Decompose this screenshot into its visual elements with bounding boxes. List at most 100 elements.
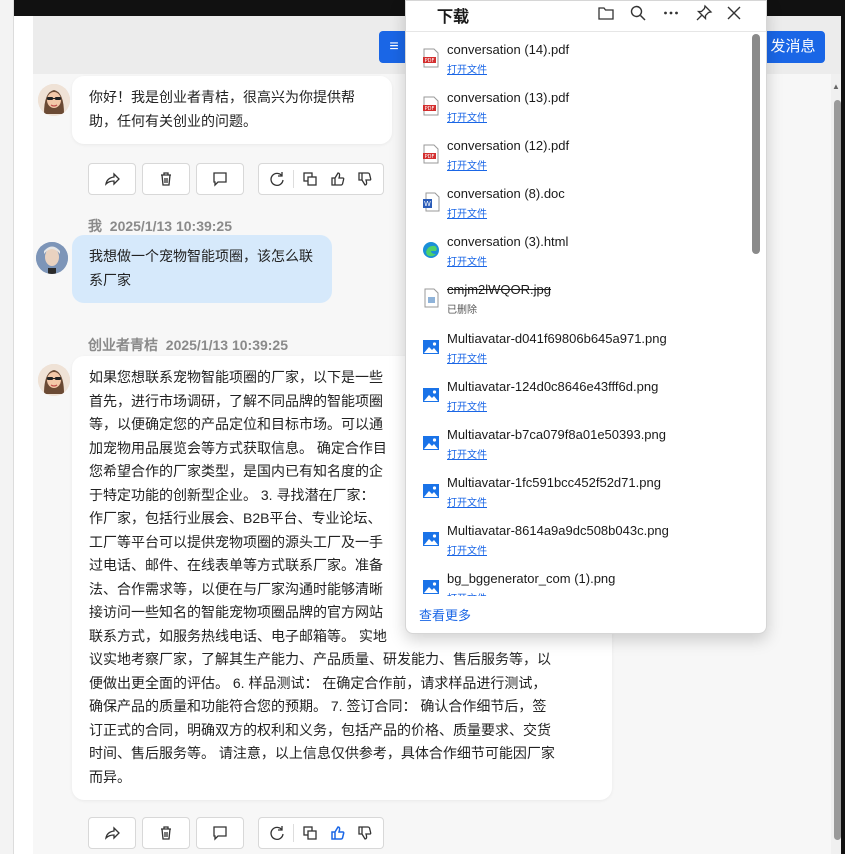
comment-button[interactable] bbox=[196, 163, 244, 195]
avatar bbox=[38, 84, 70, 116]
download-filename: conversation (8).doc bbox=[447, 186, 565, 201]
pdf-file-icon: PDF bbox=[422, 96, 440, 116]
share-button[interactable] bbox=[88, 817, 136, 849]
search-icon bbox=[630, 5, 646, 21]
open-file-link[interactable]: 打开文件 bbox=[447, 398, 487, 413]
image-file-icon bbox=[422, 577, 440, 596]
image-file-icon bbox=[422, 433, 440, 453]
downloads-panel: 下载 PDF conversation (14).pdf 打开文件 PDF conver… bbox=[405, 0, 767, 634]
pdf-file-icon: PDF bbox=[422, 48, 440, 68]
divider bbox=[293, 170, 295, 188]
message-actions bbox=[88, 817, 388, 849]
message-bubble: 我想做一个宠物智能项圈，该怎么联系厂家 bbox=[72, 235, 332, 303]
download-item[interactable]: Multiavatar-124d0c8646e43fff6d.png 打开文件 bbox=[406, 371, 752, 419]
divider bbox=[406, 31, 766, 32]
message-line: 订正式的合同，明确双方的权利和义务，包括产品的价格、质量要求、交货 bbox=[89, 721, 551, 738]
downloads-scrollbar-thumb[interactable] bbox=[752, 34, 760, 254]
download-item[interactable]: Multiavatar-d041f69806b645a971.png 打开文件 bbox=[406, 323, 752, 371]
word-file-icon: W bbox=[422, 192, 440, 212]
thumbs-up-icon[interactable] bbox=[327, 168, 349, 190]
download-filename: conversation (13).pdf bbox=[447, 90, 570, 105]
download-item[interactable]: Multiavatar-8614a9a9dc508b043c.png 打开文件 bbox=[406, 515, 752, 563]
download-filename: Multiavatar-1fc591bcc452f52d71.png bbox=[447, 475, 661, 490]
downloads-title: 下载 bbox=[437, 9, 470, 26]
open-file-link[interactable]: 打开文件 bbox=[447, 157, 487, 172]
download-filename: conversation (3).html bbox=[447, 234, 569, 249]
download-filename: conversation (14).pdf bbox=[447, 42, 570, 57]
pin-button[interactable] bbox=[693, 2, 715, 24]
download-item[interactable]: PDF conversation (13).pdf 打开文件 bbox=[406, 82, 752, 130]
message-line: 时间、售后服务等。 请注意，以上信息仅供参考，具体合作细节可能因厂家 bbox=[89, 745, 555, 761]
download-item[interactable]: conversation (3).html 打开文件 bbox=[406, 226, 752, 274]
image-file-icon bbox=[422, 337, 440, 357]
regenerate-icon[interactable] bbox=[266, 168, 288, 190]
open-file-link[interactable]: 打开文件 bbox=[447, 494, 487, 509]
delete-button[interactable] bbox=[142, 163, 190, 195]
open-file-link[interactable]: 打开文件 bbox=[447, 590, 487, 596]
feedback-group bbox=[258, 163, 384, 195]
feedback-group bbox=[258, 817, 384, 849]
share-button[interactable] bbox=[88, 163, 136, 195]
download-filename: Multiavatar-124d0c8646e43fff6d.png bbox=[447, 379, 659, 394]
sender-name: 我 bbox=[88, 218, 102, 234]
thumbs-down-icon[interactable] bbox=[354, 822, 376, 844]
scroll-up-icon[interactable]: ▲ bbox=[832, 82, 840, 91]
message-bubble: 你好！我是创业者青桔，很高兴为你提供帮助，任何有关创业的问题。 bbox=[72, 76, 392, 144]
download-item[interactable]: Multiavatar-b7ca079f8a01e50393.png 打开文件 bbox=[406, 419, 752, 467]
chat-scrollbar-thumb[interactable] bbox=[834, 100, 841, 840]
comment-button[interactable] bbox=[196, 817, 244, 849]
download-item[interactable]: cmjm2lWQOR.jpg 已删除 bbox=[406, 274, 752, 322]
download-item[interactable]: PDF conversation (12).pdf 打开文件 bbox=[406, 130, 752, 178]
image-file-icon bbox=[422, 385, 440, 405]
message-time: 2025/1/13 10:39:25 bbox=[165, 337, 288, 353]
open-file-link[interactable]: 打开文件 bbox=[447, 253, 487, 268]
image-file-icon bbox=[422, 288, 440, 308]
download-item[interactable]: PDF conversation (14).pdf 打开文件 bbox=[406, 34, 752, 82]
download-item[interactable]: Wconversation (8).doc 打开文件 bbox=[406, 178, 752, 226]
download-filename: Multiavatar-d041f69806b645a971.png bbox=[447, 331, 667, 346]
open-folder-button[interactable] bbox=[595, 2, 617, 24]
avatar bbox=[36, 242, 68, 274]
download-item[interactable]: Multiavatar-1fc591bcc452f52d71.png 打开文件 bbox=[406, 467, 752, 515]
download-filename: bg_bggenerator_com (1).png bbox=[447, 571, 616, 586]
download-item[interactable]: bg_bggenerator_com (1).png 打开文件 bbox=[406, 563, 752, 596]
open-file-link[interactable]: 打开文件 bbox=[447, 61, 487, 76]
thumbs-up-icon[interactable] bbox=[327, 822, 349, 844]
pin-icon bbox=[696, 4, 713, 21]
open-file-link[interactable]: 打开文件 bbox=[447, 542, 487, 557]
comment-icon bbox=[213, 172, 227, 187]
message-time: 2025/1/13 10:39:25 bbox=[109, 218, 232, 234]
share-icon bbox=[105, 826, 120, 840]
open-file-link[interactable]: 打开文件 bbox=[447, 109, 487, 124]
search-downloads-button[interactable] bbox=[627, 2, 649, 24]
copy-icon[interactable] bbox=[299, 822, 321, 844]
send-message-button[interactable]: 发消息 bbox=[761, 31, 825, 63]
thumbs-down-icon[interactable] bbox=[354, 168, 376, 190]
open-file-link[interactable]: 打开文件 bbox=[447, 205, 487, 220]
open-file-link[interactable]: 打开文件 bbox=[447, 350, 487, 365]
edge-browser-icon bbox=[422, 240, 440, 260]
close-panel-button[interactable] bbox=[723, 2, 745, 24]
trash-icon bbox=[161, 826, 171, 840]
avatar bbox=[38, 364, 70, 396]
folder-icon bbox=[598, 7, 614, 20]
see-more-link[interactable]: 查看更多 bbox=[419, 605, 471, 624]
trash-icon bbox=[161, 172, 171, 186]
download-filename: Multiavatar-b7ca079f8a01e50393.png bbox=[447, 427, 667, 442]
copy-icon[interactable] bbox=[299, 168, 321, 190]
message-actions bbox=[88, 163, 388, 195]
downloads-list: PDF conversation (14).pdf 打开文件 PDF conversat… bbox=[406, 34, 752, 596]
open-file-link[interactable]: 打开文件 bbox=[447, 446, 487, 461]
delete-button[interactable] bbox=[142, 817, 190, 849]
regenerate-icon[interactable] bbox=[266, 822, 288, 844]
download-filename: cmjm2lWQOR.jpg bbox=[447, 282, 552, 297]
pdf-file-icon: PDF bbox=[422, 144, 440, 164]
svg-text:PDF: PDF bbox=[425, 106, 435, 112]
more-icon bbox=[664, 11, 678, 15]
download-filename: Multiavatar-8614a9a9dc508b043c.png bbox=[447, 523, 669, 538]
divider bbox=[293, 824, 295, 842]
window-right-edge bbox=[841, 0, 845, 854]
message-meta: 创业者青桔 2025/1/13 10:39:25 bbox=[88, 335, 288, 355]
image-file-icon bbox=[422, 481, 440, 501]
more-options-button[interactable] bbox=[660, 2, 682, 24]
